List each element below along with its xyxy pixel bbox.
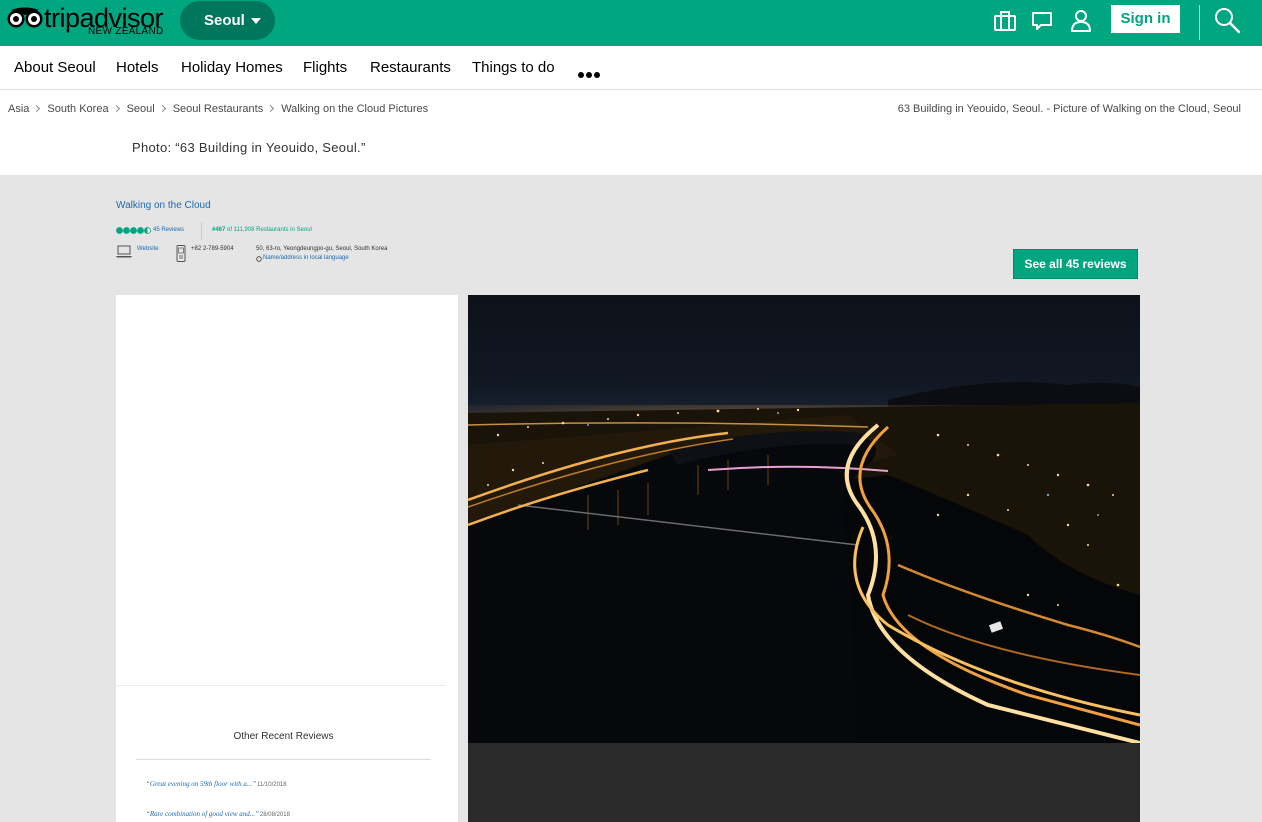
location-selector[interactable]: Seoul xyxy=(180,1,275,40)
list-item: “Great evening on 59th floor with a...”1… xyxy=(146,780,287,788)
header-divider xyxy=(1199,5,1200,40)
caret-down-icon xyxy=(251,18,261,24)
chevron-right-icon xyxy=(112,104,120,113)
photo-footer xyxy=(468,743,1140,822)
page-title: 63 Building in Yeouido, Seoul. - Picture… xyxy=(897,103,1241,115)
review-sidebar: Other Recent Reviews “Great evening on 5… xyxy=(116,295,458,822)
night-city-photo xyxy=(468,295,1140,743)
restaurant-rank: #467 of 111,908 Restaurants in Seoul xyxy=(212,227,312,233)
phone-icon xyxy=(176,245,186,262)
breadcrumb: Asia South Korea Seoul Seoul Restaurants Wal… xyxy=(8,103,428,115)
breadcrumb-asia[interactable]: Asia xyxy=(8,103,29,115)
search-icon[interactable] xyxy=(1213,6,1241,34)
see-all-reviews-button[interactable]: See all 45 reviews xyxy=(1013,249,1138,279)
local-language-link[interactable]: Name/address in local language xyxy=(263,255,349,261)
logo-region: NEW ZEALAND xyxy=(88,26,164,37)
review-date: 28/08/2018 xyxy=(259,812,290,818)
rank-divider xyxy=(201,222,202,240)
review-quote-link[interactable]: “Rare combination of good view and...” xyxy=(146,810,259,818)
breadcrumb-band: Asia South Korea Seoul Seoul Restaurants Wal… xyxy=(0,90,1262,175)
rank-number: #467 xyxy=(212,227,226,233)
main-photo[interactable] xyxy=(468,295,1140,743)
nav-flights[interactable]: Flights xyxy=(303,59,347,76)
breadcrumb-seoul[interactable]: Seoul xyxy=(127,103,155,115)
restaurant-address: 50, 63-ro, Yeongdeungpo-gu, Seoul, South… xyxy=(256,246,388,252)
divider xyxy=(116,685,446,686)
sign-in-button[interactable]: Sign in xyxy=(1111,5,1180,33)
review-quote-link[interactable]: “Great evening on 59th floor with a...” xyxy=(146,780,256,788)
location-label: Seoul xyxy=(204,12,245,29)
reviews-count-link[interactable]: 45 Reviews xyxy=(153,227,184,233)
tripadvisor-logo[interactable]: tripadvisor NEW ZEALAND xyxy=(7,4,167,40)
rating-bubbles xyxy=(116,227,151,234)
chevron-right-icon xyxy=(33,104,41,113)
more-icon[interactable] xyxy=(578,65,602,78)
chevron-right-icon xyxy=(267,104,275,113)
list-item: “Rare combination of good view and...”28… xyxy=(146,810,290,818)
nav-hotels[interactable]: Hotels xyxy=(116,59,159,76)
nav-things-to-do[interactable]: Things to do xyxy=(472,59,555,76)
top-header: tripadvisor NEW ZEALAND Seoul Sign in xyxy=(0,0,1262,46)
nav-restaurants[interactable]: Restaurants xyxy=(370,59,451,76)
other-reviews-title: Other Recent Reviews xyxy=(233,731,334,742)
nav-holiday-homes[interactable]: Holiday Homes xyxy=(181,59,283,76)
refresh-icon xyxy=(256,256,262,262)
phone-number: +82 2-789-5904 xyxy=(191,246,234,252)
main-nav: About Seoul Hotels Holiday Homes Flights… xyxy=(0,46,1262,90)
review-date: 11/10/2018 xyxy=(257,782,287,788)
profile-icon[interactable] xyxy=(1068,8,1094,34)
photo-caption: Photo: “63 Building in Yeouido, Seoul.” xyxy=(132,140,366,155)
trips-icon[interactable] xyxy=(992,8,1018,34)
laptop-icon xyxy=(116,245,132,258)
nav-about-seoul[interactable]: About Seoul xyxy=(14,59,96,76)
breadcrumb-seoul-restaurants[interactable]: Seoul Restaurants xyxy=(173,103,264,115)
chevron-right-icon xyxy=(158,104,166,113)
restaurant-name-link[interactable]: Walking on the Cloud xyxy=(116,200,211,211)
divider xyxy=(136,759,431,760)
messages-icon[interactable] xyxy=(1029,8,1055,34)
rank-suffix: of 111,908 Restaurants in Seoul xyxy=(225,227,312,233)
breadcrumb-south-korea[interactable]: South Korea xyxy=(47,103,108,115)
website-link[interactable]: Website xyxy=(137,246,159,252)
owl-eyes-icon xyxy=(7,7,43,28)
breadcrumb-current: Walking on the Cloud Pictures xyxy=(281,103,429,115)
